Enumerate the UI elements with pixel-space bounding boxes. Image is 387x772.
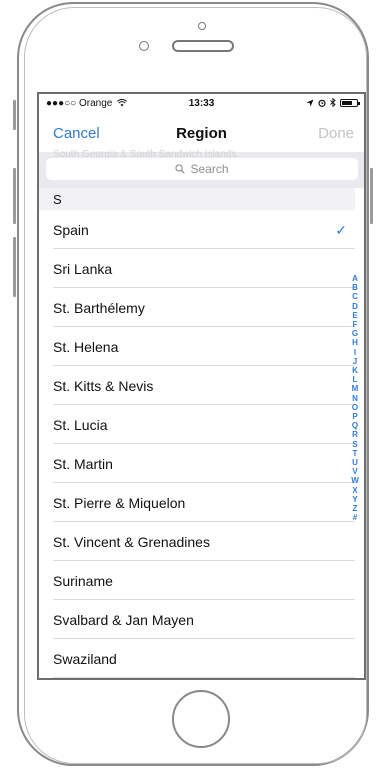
list-item-label: Swaziland — [53, 650, 117, 667]
list-item-label: St. Kitts & Nevis — [53, 377, 154, 394]
alphabet-index[interactable]: A B C D E F G H I J K L M N O P Q R S T U V W X Y Z # — [349, 274, 361, 522]
list-item-label: Sri Lanka — [53, 260, 113, 277]
list-item-label: St. Helena — [53, 338, 119, 355]
section-header: S — [39, 188, 355, 210]
index-letter[interactable]: B — [352, 283, 358, 292]
list-item-label: St. Lucia — [53, 416, 108, 433]
list-item[interactable]: St. Vincent & Grenadines — [39, 522, 355, 561]
list-item[interactable]: St. Martin — [39, 444, 355, 483]
list-item-label: Suriname — [53, 572, 113, 589]
list-item[interactable]: Suriname — [39, 561, 355, 600]
volume-down-button — [13, 237, 16, 297]
done-button[interactable]: Done — [318, 125, 354, 142]
list-item[interactable]: Svalbard & Jan Mayen — [39, 600, 355, 639]
list-item-label: St. Martin — [53, 455, 113, 472]
list-item-label: St. Vincent & Grenadines — [53, 533, 210, 550]
list-item[interactable]: St. Lucia — [39, 405, 355, 444]
index-letter[interactable]: E — [352, 311, 357, 320]
index-letter[interactable]: U — [352, 458, 358, 467]
list-item-label: Spain — [53, 221, 89, 238]
status-bar: ●●●○○ Orange 13:33 — [39, 94, 364, 114]
index-letter[interactable]: G — [352, 329, 358, 338]
index-letter[interactable]: V — [352, 467, 357, 476]
index-letter[interactable]: S — [352, 440, 357, 449]
index-letter[interactable]: I — [354, 348, 356, 357]
battery-fill — [342, 100, 352, 105]
list-item[interactable]: Spain ✓ — [39, 210, 355, 249]
index-letter[interactable]: O — [352, 403, 358, 412]
row-separator — [53, 677, 355, 678]
index-letter[interactable]: D — [352, 302, 358, 311]
index-letter[interactable]: P — [352, 412, 357, 421]
home-button[interactable] — [172, 690, 230, 748]
earpiece-speaker — [172, 40, 234, 52]
location-arrow-icon — [306, 99, 314, 106]
silent-switch — [13, 100, 16, 130]
index-letter[interactable]: H — [352, 338, 358, 347]
search-icon — [175, 164, 186, 174]
page-title: Region — [176, 125, 227, 142]
list-item-label: St. Pierre & Miquelon — [53, 494, 186, 511]
index-letter[interactable]: Q — [352, 421, 358, 430]
index-letter[interactable]: R — [352, 430, 358, 439]
list-item[interactable]: St. Helena — [39, 327, 355, 366]
list-item-label: Svalbard & Jan Mayen — [53, 611, 194, 628]
index-letter[interactable]: Y — [352, 495, 357, 504]
checkmark-icon: ✓ — [335, 222, 347, 238]
index-letter[interactable]: J — [353, 357, 357, 366]
proximity-sensor-icon — [139, 41, 149, 51]
region-list: Spain ✓ Sri Lanka St. Barthélemy St. Helena S… — [39, 210, 355, 678]
alarm-clock-icon — [318, 99, 326, 107]
navigation-bar: Cancel Region Done — [39, 114, 364, 152]
index-letter[interactable]: X — [352, 486, 357, 495]
index-letter[interactable]: Z — [353, 504, 358, 513]
list-item[interactable]: Sri Lanka — [39, 249, 355, 288]
index-letter[interactable]: C — [352, 292, 358, 301]
list-item[interactable]: St. Pierre & Miquelon — [39, 483, 355, 522]
index-letter[interactable]: L — [353, 375, 358, 384]
volume-up-button — [13, 168, 16, 224]
phone-screen: ●●●○○ Orange 13:33 Cancel Region Done So… — [37, 92, 366, 680]
list-item[interactable]: St. Barthélemy — [39, 288, 355, 327]
index-letter[interactable]: K — [352, 366, 358, 375]
search-placeholder: Search — [190, 162, 229, 176]
search-bar-container: South Georgia & South Sandwich Islands S… — [39, 149, 364, 188]
status-right-icons — [306, 98, 360, 107]
bluetooth-icon — [330, 98, 336, 107]
index-letter[interactable]: T — [353, 449, 358, 458]
list-item[interactable]: Swaziland — [39, 639, 355, 678]
front-camera-icon — [198, 22, 206, 30]
index-letter[interactable]: W — [351, 476, 359, 485]
search-input[interactable]: Search — [46, 158, 358, 180]
list-item-label: St. Barthélemy — [53, 299, 145, 316]
index-letter[interactable]: N — [352, 394, 358, 403]
list-item[interactable]: St. Kitts & Nevis — [39, 366, 355, 405]
index-letter[interactable]: F — [353, 320, 358, 329]
index-letter[interactable]: M — [352, 384, 359, 393]
power-button — [370, 168, 373, 224]
battery-icon — [340, 98, 360, 107]
index-letter[interactable]: A — [352, 274, 358, 283]
index-letter[interactable]: # — [353, 513, 357, 522]
